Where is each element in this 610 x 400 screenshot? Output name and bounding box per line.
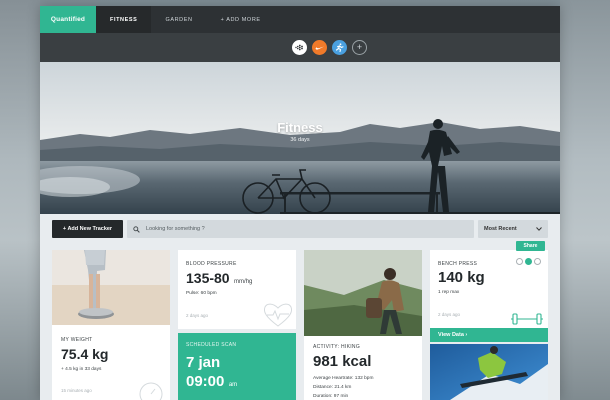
sort-value: Most Recent: [484, 226, 517, 232]
bench-press-card[interactable]: BENCH PRESS 140 kg 1 rep max 2 days ago …: [430, 250, 548, 342]
more-icon[interactable]: [534, 258, 541, 265]
fitbit-icon[interactable]: [292, 40, 307, 55]
scale-photo: [52, 250, 170, 325]
view-data-button[interactable]: View Data ›: [430, 328, 548, 342]
bp-reading: 135-80 mm/hg: [186, 270, 252, 288]
weight-value: 75.4 kg: [61, 346, 109, 362]
hiking-photo: [304, 250, 422, 336]
activity-distance: Distance: 21.4 km: [313, 385, 352, 390]
weight-change: + 4.5 kg in 33 days: [61, 367, 102, 372]
tab-garden[interactable]: GARDEN: [151, 6, 206, 33]
search-icon: [133, 225, 140, 233]
hero-title: Fitness: [277, 120, 323, 135]
top-nav: Quantified FITNESS GARDEN + ADD MORE: [40, 6, 560, 33]
activity-heartrate: Average Heartrate: 132 bpm: [313, 376, 374, 381]
background-left: [0, 0, 40, 400]
services-bar: +: [40, 33, 560, 62]
hero-subtitle: 36 days: [290, 137, 310, 143]
blood-pressure-card[interactable]: BLOOD PRESSURE 135-80 mm/hg Pulse: 60 bp…: [178, 250, 296, 329]
tab-add-more[interactable]: + ADD MORE: [207, 6, 275, 33]
search-input[interactable]: [146, 226, 446, 232]
snowboard-card[interactable]: [430, 344, 548, 400]
bp-value: 135-80: [186, 270, 230, 286]
background-right: [560, 0, 610, 400]
weight-card[interactable]: MY WEIGHT 75.4 kg + 4.5 kg in 33 days 15…: [52, 250, 170, 400]
add-tracker-button[interactable]: + Add New Tracker: [52, 220, 123, 238]
bench-sub: 1 rep max: [438, 290, 460, 295]
app-window: Quantified FITNESS GARDEN + ADD MORE + F…: [40, 6, 560, 400]
scan-ampm: am: [228, 382, 238, 388]
activity-duration: Duration: 97 min: [313, 394, 349, 399]
barbell-icon: [511, 313, 543, 325]
share-button[interactable]: Share: [516, 241, 545, 251]
bench-value: 140 kg: [438, 269, 485, 286]
activity-label: ACTIVITY: HIKING: [313, 344, 361, 350]
weight-label: MY WEIGHT: [61, 337, 93, 343]
bench-actions: [516, 258, 541, 265]
heart-icon: [263, 303, 293, 327]
runkeeper-icon[interactable]: [332, 40, 347, 55]
sort-dropdown[interactable]: Most Recent: [478, 220, 548, 238]
bp-time: 2 days ago: [186, 313, 209, 318]
hero-banner: Fitness 36 days: [40, 62, 560, 214]
scan-label: SCHEDULED SCAN: [186, 342, 237, 348]
bp-label: BLOOD PRESSURE: [186, 261, 237, 267]
edit-icon[interactable]: [516, 258, 523, 265]
brand-logo[interactable]: Quantified: [40, 6, 96, 33]
bench-label: BENCH PRESS: [438, 261, 478, 267]
weight-time: 15 minutes ago: [61, 388, 92, 393]
snowboard-photo: [430, 344, 548, 400]
add-service-icon[interactable]: +: [352, 40, 367, 55]
bench-time: 2 days ago: [438, 312, 461, 317]
scan-date: 7 jan: [186, 354, 221, 371]
scale-icon: [139, 382, 163, 400]
scheduled-scan-card[interactable]: SCHEDULED SCAN 7 jan 09:00 am: [178, 333, 296, 400]
tab-fitness[interactable]: FITNESS: [96, 6, 152, 33]
share-toggle-icon[interactable]: [525, 258, 532, 265]
nike-icon[interactable]: [312, 40, 327, 55]
activity-card[interactable]: ACTIVITY: HIKING 981 kcal Average Heartr…: [304, 250, 422, 400]
chevron-down-icon: [536, 227, 542, 231]
bp-pulse: Pulse: 60 bpm: [186, 291, 217, 296]
bp-unit: mm/hg: [234, 279, 253, 285]
search-bar: [127, 220, 474, 238]
scan-time: 09:00: [186, 373, 225, 390]
activity-value: 981 kcal: [313, 353, 372, 370]
scan-time-row: 09:00 am: [186, 373, 237, 391]
